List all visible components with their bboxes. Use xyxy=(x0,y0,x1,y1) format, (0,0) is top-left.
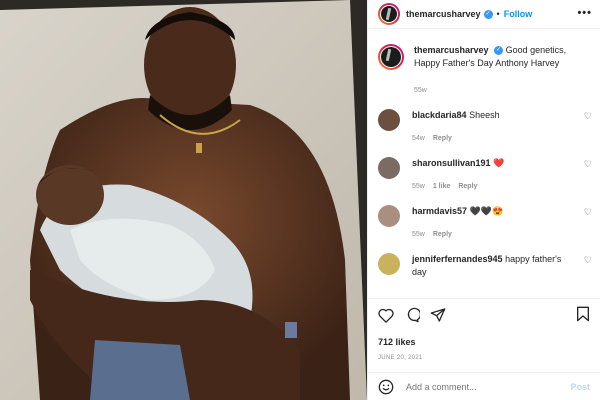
bookmark-icon[interactable] xyxy=(576,306,590,322)
comment-like-icon[interactable]: ♡ xyxy=(584,255,592,266)
comment-item: sharonsullivan191 ❤️ 55w 1 like Reply ♡ xyxy=(368,157,600,193)
post-comment-button[interactable]: Post xyxy=(570,382,590,392)
comment-item: blackdaria84 Sheesh 54w Reply ♡ xyxy=(368,109,600,145)
caption-age: 55w xyxy=(414,87,427,94)
caption: themarcusharvey ✓ Good genetics, Happy F… xyxy=(368,44,600,97)
comment-text: ❤️ xyxy=(493,158,505,168)
verified-icon: ✓ xyxy=(494,46,504,56)
comment-username[interactable]: harmdavis57 xyxy=(412,206,467,216)
author-avatar[interactable] xyxy=(378,3,400,25)
comment-age: 55w xyxy=(412,183,425,190)
comment-text: Sheesh xyxy=(469,110,500,120)
reply-button[interactable]: Reply xyxy=(433,231,452,238)
comment-icon[interactable] xyxy=(404,307,420,323)
separator-dot: • xyxy=(496,9,500,19)
emoji-icon[interactable] xyxy=(378,379,394,395)
comment-username[interactable]: jenniferfernandes945 xyxy=(412,254,503,264)
commenter-avatar[interactable] xyxy=(378,253,400,275)
reply-button[interactable]: Reply xyxy=(433,135,452,142)
share-icon[interactable] xyxy=(430,307,446,323)
author-username[interactable]: themarcusharvey xyxy=(406,9,481,19)
add-comment-input[interactable] xyxy=(404,380,571,393)
commenter-avatar[interactable] xyxy=(378,205,400,227)
post-date: JUNE 20, 2021 xyxy=(378,355,423,361)
caption-username[interactable]: themarcusharvey xyxy=(414,45,489,55)
comment-text: 🖤🖤😍 xyxy=(469,206,504,216)
post-photo-image xyxy=(0,0,367,400)
comment-like-icon[interactable]: ♡ xyxy=(584,207,592,218)
follow-button[interactable]: Follow xyxy=(504,9,533,19)
likes-count[interactable]: 712 likes xyxy=(378,337,590,347)
post-photo[interactable] xyxy=(0,0,367,400)
comment-like-icon[interactable]: ♡ xyxy=(584,159,592,170)
comments-panel: themarcusharvey ✓ • Follow ••• themarcus… xyxy=(367,0,600,400)
post-header: themarcusharvey ✓ • Follow ••• xyxy=(368,0,600,29)
commenter-avatar[interactable] xyxy=(378,157,400,179)
comment-likes[interactable]: 1 like xyxy=(433,183,451,190)
comments-list[interactable]: themarcusharvey ✓ Good genetics, Happy F… xyxy=(368,28,600,298)
reply-button[interactable]: Reply xyxy=(458,183,477,190)
heart-icon[interactable] xyxy=(378,308,394,323)
comment-like-icon[interactable]: ♡ xyxy=(584,111,592,122)
verified-icon: ✓ xyxy=(483,9,493,19)
comment-age: 54w xyxy=(412,135,425,142)
comment-item: jenniferfernandes945 happy father's day … xyxy=(368,253,600,279)
caption-avatar[interactable] xyxy=(378,44,404,70)
comment-item: harmdavis57 🖤🖤😍 55w Reply ♡ xyxy=(368,205,600,241)
comment-username[interactable]: sharonsullivan191 xyxy=(412,158,491,168)
instagram-post-view: themarcusharvey ✓ • Follow ••• themarcus… xyxy=(0,0,600,400)
add-comment-bar: Post xyxy=(368,372,600,400)
comment-age: 55w xyxy=(412,231,425,238)
comment-username[interactable]: blackdaria84 xyxy=(412,110,467,120)
post-actions: 712 likes JUNE 20, 2021 xyxy=(368,298,600,361)
commenter-avatar[interactable] xyxy=(378,109,400,131)
more-options-icon[interactable]: ••• xyxy=(577,7,592,19)
